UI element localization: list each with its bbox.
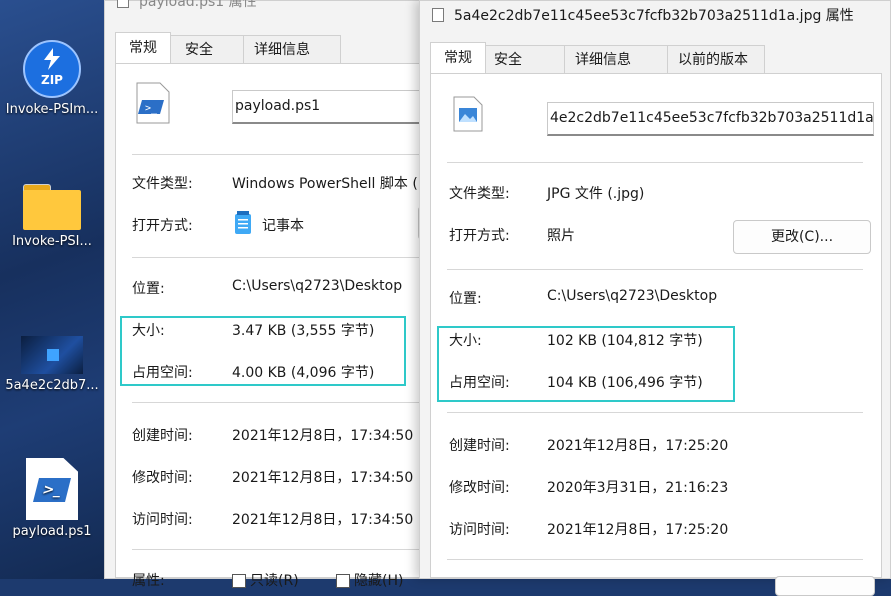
desktop-icon-label: Invoke-PSIm... (5, 102, 99, 117)
advanced-button-partial[interactable] (775, 576, 875, 596)
notepad-icon (235, 211, 251, 234)
window-title: 5a4e2c2db7e11c45ee53c7fcfb32b703a2511d1a… (454, 8, 854, 24)
payload-properties-dialog: payload.ps1 属性 常规 安全 详细信息 >_ payload.ps1… (104, 0, 442, 589)
desktop-icon-invoke-zip[interactable]: ZIP Invoke-PSIm... (0, 40, 104, 117)
desktop-icon-label: payload.ps1 (12, 524, 92, 539)
readonly-checkbox[interactable]: 只读(R) (232, 570, 299, 590)
tab-security[interactable]: 安全 (170, 35, 244, 63)
desktop-icon-payload[interactable]: >_ payload.ps1 (0, 458, 104, 539)
powershell-file-icon: >_ (136, 82, 170, 124)
desktop: ZIP Invoke-PSIm... Invoke-PSI... 5a4e2c2… (0, 0, 104, 579)
location-value: C:\Users\q2723\Desktop (232, 278, 403, 294)
open-with-value: 照片 (547, 228, 575, 244)
accessed-label: 访问时间: (449, 522, 510, 538)
location-label: 位置: (132, 281, 165, 297)
file-type-label: 文件类型: (132, 176, 193, 192)
zip-icon: ZIP (23, 40, 81, 98)
hidden-label: 隐藏(H) (354, 573, 404, 589)
location-label: 位置: (449, 291, 482, 307)
tab-general[interactable]: 常规 (430, 42, 486, 73)
size-highlight-box (120, 316, 406, 386)
accessed-label: 访问时间: (132, 512, 193, 528)
bolt-icon (44, 48, 60, 70)
accessed-value: 2021年12月8日，17:25:20 (547, 522, 729, 538)
created-value: 2021年12月8日，17:34:50 (232, 428, 414, 444)
svg-text:>_: >_ (145, 103, 158, 114)
title-bar[interactable]: 5a4e2c2db7e11c45ee53c7fcfb32b703a2511d1a… (420, 1, 890, 29)
window-title: payload.ps1 属性 (139, 0, 257, 10)
open-with-value: 记事本 (262, 218, 304, 234)
file-type-value: JPG 文件 (.jpg) (547, 186, 645, 202)
desktop-icon-label: Invoke-PSI... (12, 234, 92, 249)
desktop-icon-label: 5a4e2c2db7... (5, 378, 99, 393)
desktop-icon-jpg[interactable]: 5a4e2c2db7... (0, 336, 104, 393)
file-type-label: 文件类型: (449, 186, 510, 202)
tab-details[interactable]: 详细信息 (243, 35, 341, 63)
tab-security[interactable]: 安全 (485, 45, 565, 73)
image-file-icon (453, 96, 483, 132)
created-label: 创建时间: (449, 438, 510, 454)
file-icon (117, 0, 129, 8)
file-type-value: Windows PowerShell 脚本 (.p (232, 176, 432, 192)
tab-details[interactable]: 详细信息 (564, 45, 668, 73)
filename-field[interactable]: 4e2c2db7e11c45ee53c7fcfb32b703a2511d1a.j… (547, 102, 874, 136)
change-button[interactable]: 更改(C)... (733, 220, 871, 254)
modified-label: 修改时间: (132, 470, 193, 486)
image-thumbnail-icon (21, 336, 83, 374)
readonly-label: 只读(R) (250, 573, 299, 589)
size-highlight-box (437, 326, 735, 402)
created-value: 2021年12月8日，17:25:20 (547, 438, 729, 454)
filename-field[interactable]: payload.ps1 (232, 90, 442, 124)
modified-value: 2021年12月8日，17:34:50 (232, 470, 414, 486)
file-icon (432, 8, 444, 22)
accessed-value: 2021年12月8日，17:34:50 (232, 512, 414, 528)
modified-value: 2020年3月31日，21:16:23 (547, 480, 729, 496)
powershell-file-icon: >_ (26, 458, 78, 520)
folder-icon (23, 184, 81, 230)
modified-label: 修改时间: (449, 480, 510, 496)
open-with-label: 打开方式: (132, 218, 193, 234)
jpg-properties-dialog: 5a4e2c2db7e11c45ee53c7fcfb32b703a2511d1a… (419, 0, 891, 596)
attributes-label: 属性: (132, 573, 165, 589)
open-with-label: 打开方式: (449, 228, 510, 244)
desktop-icon-invoke-folder[interactable]: Invoke-PSI... (0, 184, 104, 249)
title-bar[interactable]: payload.ps1 属性 (105, 0, 421, 15)
location-value: C:\Users\q2723\Desktop (547, 288, 718, 304)
tab-previous-versions[interactable]: 以前的版本 (667, 45, 765, 73)
general-panel: 4e2c2db7e11c45ee53c7fcfb32b703a2511d1a.j… (430, 73, 882, 596)
tab-general[interactable]: 常规 (115, 32, 171, 63)
general-panel: >_ payload.ps1 文件类型: Windows PowerShell … (115, 63, 442, 589)
created-label: 创建时间: (132, 428, 193, 444)
hidden-checkbox[interactable]: 隐藏(H) (336, 570, 403, 590)
